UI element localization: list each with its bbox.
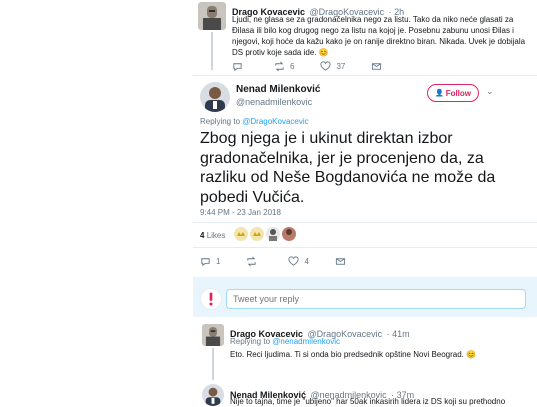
reply-icon <box>233 63 242 72</box>
reply-input[interactable] <box>226 289 526 309</box>
tweet1-retweet-count: 6 <box>290 62 295 71</box>
alert-icon <box>209 292 213 306</box>
drago-avatar[interactable] <box>202 324 224 346</box>
follow-button[interactable]: 👤 Follow <box>427 84 479 102</box>
mail-icon <box>335 258 345 265</box>
tweet1-actions: 6 37 <box>232 61 413 72</box>
tweet3-replying-to-link[interactable]: @nenadmilenkovic <box>272 337 340 346</box>
divider <box>193 222 537 223</box>
main-like-count: 4 <box>304 257 309 266</box>
nenad-avatar[interactable] <box>200 82 230 112</box>
main-actions: 1 4 <box>200 256 377 267</box>
likes-count[interactable]: 4 <box>200 231 204 240</box>
tweet3-replying-prefix: Replying to <box>230 337 271 346</box>
retweet-icon <box>247 256 257 267</box>
main-text-line: gradonačelnika, jer je procenjeno da, za <box>200 149 484 167</box>
main-replying-prefix: Replying to <box>200 117 241 126</box>
composer-avatar <box>200 288 222 310</box>
liker-avatar[interactable] <box>250 227 264 241</box>
likes-label[interactable]: Likes <box>207 231 226 240</box>
reply-icon <box>201 258 210 267</box>
more-options-icon[interactable]: ⌄ <box>486 86 494 97</box>
main-retweet-button[interactable] <box>246 256 262 267</box>
divider <box>193 247 537 248</box>
divider <box>193 75 537 76</box>
drago-avatar[interactable] <box>198 2 226 30</box>
liker-avatar[interactable] <box>266 227 280 241</box>
heart-icon <box>320 61 331 71</box>
tweet1-retweet-button[interactable]: 6 <box>274 61 294 72</box>
tweet1-like-button[interactable]: 37 <box>320 61 345 72</box>
tweet1-text: Ljudi, ne glasa se za gradonačelnika neg… <box>232 15 526 57</box>
tweet4-text: Nije to tajna, time je "ubijeno" har 50a… <box>230 397 506 406</box>
main-reply-count: 1 <box>216 257 221 266</box>
heart-icon <box>288 256 299 266</box>
thread-line <box>212 348 214 380</box>
main-text-line: pobedi Vučića. <box>200 188 305 206</box>
likers-avatars <box>234 227 296 241</box>
mail-icon <box>372 63 382 70</box>
main-timestamp[interactable]: 9:44 PM - 23 Jan 2018 <box>200 208 281 217</box>
main-text-line: Zbog njega je i ukinut direktan izbor <box>200 130 453 147</box>
liker-avatar[interactable] <box>234 227 248 241</box>
tweet3-text: Eto. Reci ljudima. Ti si onda bio predse… <box>230 350 477 359</box>
follow-icon: 👤 <box>434 90 444 97</box>
main-author-handle[interactable]: @nenadmilenkovic <box>236 97 320 107</box>
follow-label: Follow <box>445 88 472 98</box>
main-like-button[interactable]: 4 <box>288 256 309 267</box>
tweet1-like-count: 37 <box>336 62 346 71</box>
main-tweet-text: Zbog njega je i ukinut direktan izbor gr… <box>200 129 520 207</box>
tweet3-time[interactable]: · 41m <box>387 329 410 339</box>
liker-avatar[interactable] <box>282 227 296 241</box>
main-dm-button[interactable] <box>335 256 351 267</box>
main-reply-button[interactable]: 1 <box>200 256 220 267</box>
retweet-icon <box>275 61 284 72</box>
main-author-name[interactable]: Nenad Milenković <box>236 84 320 95</box>
thread-line <box>211 32 213 70</box>
tweet1-reply-button[interactable] <box>232 61 248 72</box>
main-replying-to-link[interactable]: @DragoKovacevic <box>242 117 308 126</box>
main-text-line: razliku od Neše Bogdanovića ne može da <box>200 169 496 186</box>
tweet1-dm-button[interactable] <box>371 61 387 72</box>
